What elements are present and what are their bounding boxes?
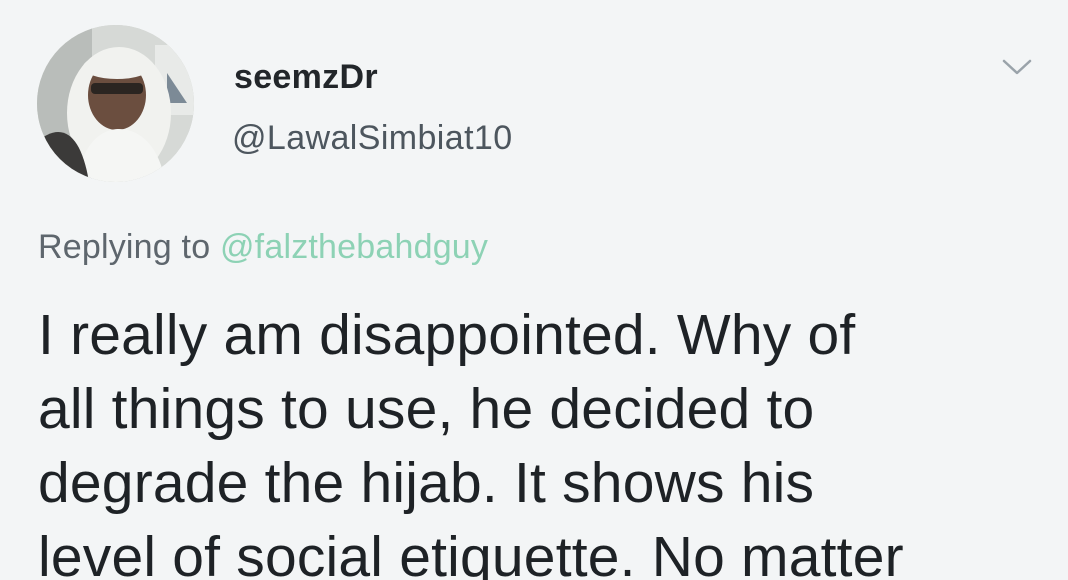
tweet-text-line: level of social etiquette. No matter <box>38 525 904 580</box>
replying-to-line: Replying to @falzthebahdguy <box>38 228 488 267</box>
tweet-text-line: all things to use, he decided to <box>38 377 815 441</box>
tweet-text-line: degrade the hijab. It shows his <box>38 451 815 515</box>
display-name[interactable]: seemzDr <box>234 58 378 97</box>
avatar[interactable] <box>37 25 194 182</box>
user-handle[interactable]: @LawalSimbiat10 <box>232 119 513 158</box>
tweet-text-line: I really am disappointed. Why of <box>38 303 856 367</box>
reply-mention-link[interactable]: @falzthebahdguy <box>220 228 488 266</box>
replying-to-label: Replying to <box>38 228 211 266</box>
tweet-text: I really am disappointed. Why of all thi… <box>38 298 1048 580</box>
profile-photo-icon <box>37 25 194 182</box>
chevron-down-icon[interactable] <box>1000 55 1034 79</box>
tweet-card: seemzDr @LawalSimbiat10 Replying to @fal… <box>0 0 1068 580</box>
